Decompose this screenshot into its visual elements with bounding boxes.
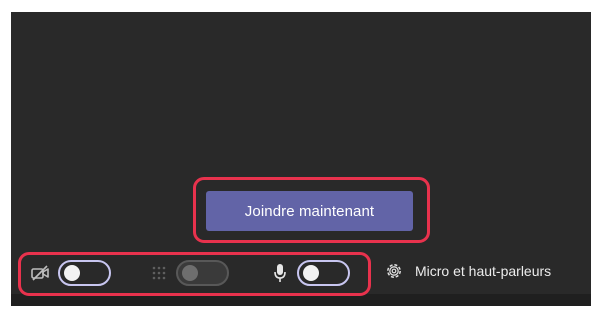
camera-off-icon[interactable]: [30, 264, 50, 282]
background-effects-toggle-knob: [182, 265, 198, 281]
camera-toggle[interactable]: [58, 260, 111, 286]
microphone-toggle-knob: [303, 265, 319, 281]
background-effects-toggle[interactable]: [176, 260, 229, 286]
camera-toggle-knob: [64, 265, 80, 281]
microphone-toggle[interactable]: [297, 260, 350, 286]
audio-settings-label: Micro et haut-parleurs: [415, 263, 552, 279]
audio-settings-button[interactable]: Micro et haut-parleurs: [384, 261, 551, 281]
gear-icon: [384, 261, 404, 281]
microphone-control: [273, 260, 350, 286]
camera-control: [30, 260, 111, 286]
microphone-icon[interactable]: [273, 263, 287, 283]
background-effects-control: [150, 260, 229, 286]
background-effects-icon: [150, 264, 168, 282]
join-now-button[interactable]: Joindre maintenant: [206, 191, 413, 231]
bottom-strip: [11, 294, 591, 306]
